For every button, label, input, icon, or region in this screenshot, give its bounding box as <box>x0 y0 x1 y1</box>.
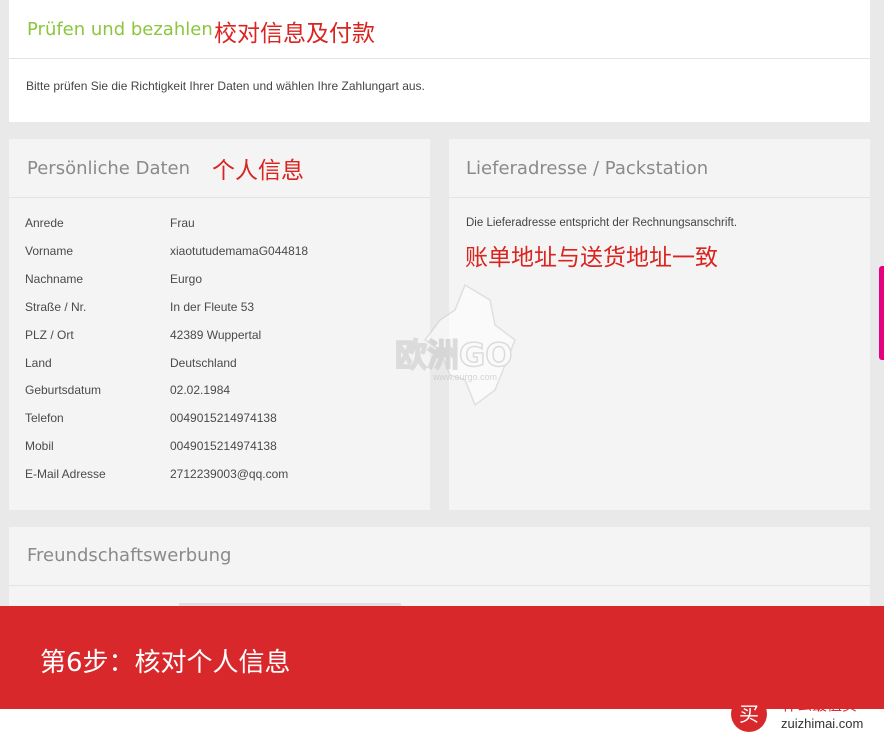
divider <box>9 585 870 586</box>
row-value: Frau <box>170 216 195 230</box>
watermark-logo: 欧洲GO www.eurgo.com <box>394 280 545 410</box>
row-label: Land <box>25 355 52 370</box>
personal-data-row: Vorname xiaotutudemamaG044818 <box>25 244 425 264</box>
divider <box>449 197 870 198</box>
step-banner-text: 第6步：核对个人信息 <box>40 648 291 678</box>
personal-data-row: Telefon 0049015214974138 <box>25 411 425 431</box>
logo-badge: 值 <box>758 693 768 703</box>
row-label: Nachname <box>25 271 84 286</box>
row-label: PLZ / Ort <box>25 327 74 342</box>
personal-data-row: Mobil 0049015214974138 <box>25 439 425 459</box>
personal-data-row: Anrede Frau <box>25 216 425 236</box>
personal-annotation: 个人信息 <box>212 158 304 184</box>
row-label: Straße / Nr. <box>25 299 87 314</box>
personal-data-title: Persönliche Daten <box>27 158 191 179</box>
divider <box>9 197 430 198</box>
delivery-title: Lieferadresse / Packstation <box>466 158 709 179</box>
row-value: xiaotutudemamaG044818 <box>170 243 309 258</box>
row-value: 02.02.1984 <box>170 383 231 398</box>
watermark-sub: www.eurgo.com <box>433 372 498 382</box>
row-value: In der Fleute 53 <box>170 299 255 314</box>
personal-data-panel: Persönliche Daten 个人信息 Anrede Frau Vorname… <box>9 139 430 510</box>
delivery-annotation: 账单地址与送货地址一致 <box>465 245 718 271</box>
review-pay-panel: Prüfen und bezahlen 校对信息及付款 Bitte prüfen… <box>9 0 870 122</box>
personal-data-row: Nachname Eurgo <box>25 272 425 292</box>
row-label: E-Mail Adresse <box>25 467 106 482</box>
logo-cn-text: 什么最值买 <box>782 696 858 714</box>
row-value: 2712239003@qq.com <box>170 467 289 482</box>
watermark-text: 欧洲GO <box>394 335 513 375</box>
row-value: Deutschland <box>170 355 237 370</box>
referral-panel: Freundschaftswerbung <box>9 527 870 606</box>
intro-text: Bitte prüfen Sie die Richtigkeit Ihrer D… <box>26 79 425 93</box>
row-label: Anrede <box>25 216 64 230</box>
personal-data-row: E-Mail Adresse 2712239003@qq.com <box>25 467 425 487</box>
row-value: 0049015214974138 <box>170 411 277 426</box>
row-label: Telefon <box>25 411 64 426</box>
row-label: Mobil <box>25 439 54 454</box>
delivery-text: Die Lieferadresse entspricht der Rechnun… <box>466 217 738 229</box>
row-value: 0049015214974138 <box>170 439 277 454</box>
row-value: 42389 Wuppertal <box>170 327 262 342</box>
title-annotation: 校对信息及付款 <box>214 21 375 47</box>
page-title: Prüfen und bezahlen <box>27 19 213 40</box>
logo-domain: zuizhimai.com <box>781 716 864 731</box>
row-value: Eurgo <box>170 271 203 286</box>
logo-icon-char: 买 <box>739 702 759 726</box>
divider <box>9 58 870 59</box>
row-label: Vorname <box>25 243 74 258</box>
scroll-indicator[interactable] <box>879 266 884 360</box>
site-logo: 买 值 什么最值买 zuizhimai.com <box>728 690 878 736</box>
personal-data-row: Land Deutschland <box>25 356 425 376</box>
personal-data-row: Geburtsdatum 02.02.1984 <box>25 383 425 403</box>
referral-title: Freundschaftswerbung <box>27 545 232 566</box>
personal-data-row: Straße / Nr. In der Fleute 53 <box>25 300 425 320</box>
personal-data-row: PLZ / Ort 42389 Wuppertal <box>25 328 425 348</box>
row-label: Geburtsdatum <box>25 383 102 398</box>
